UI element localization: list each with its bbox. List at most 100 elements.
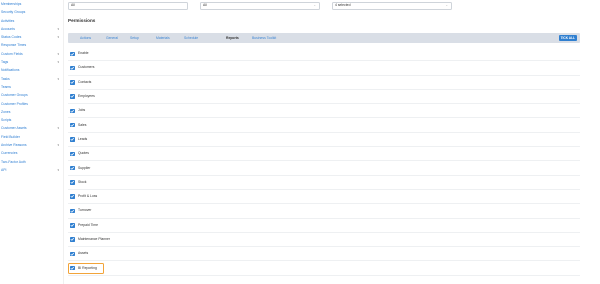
sidebar-item[interactable]: Customer Groups	[0, 91, 63, 99]
permission-row: Supplier	[68, 161, 580, 176]
check-icon	[70, 166, 74, 170]
sidebar-item[interactable]: Memberships	[0, 0, 63, 8]
sidebar-item[interactable]: API ▾	[0, 166, 63, 174]
sidebar: Memberships Security Groups Activities Acco…	[0, 0, 64, 284]
sidebar-item[interactable]: Field Builder	[0, 133, 63, 141]
chevron-down-icon: ▾	[57, 60, 59, 65]
check-icon	[70, 238, 74, 242]
sidebar-item[interactable]: Notifications	[0, 66, 63, 74]
permission-checkbox[interactable]	[70, 51, 75, 56]
tab-general[interactable]: General	[106, 33, 118, 43]
sidebar-item[interactable]: Scripts	[0, 116, 63, 124]
sidebar-item[interactable]: Custom Fields ▾	[0, 50, 63, 58]
permission-checkbox[interactable]	[70, 65, 75, 71]
tab-schedule[interactable]: Schedule	[184, 33, 198, 43]
sidebar-item-label: API	[1, 167, 7, 172]
permission-label: Profit & Loss	[78, 194, 98, 199]
sidebar-item[interactable]: Zones	[0, 108, 63, 116]
permission-row: Employees	[68, 90, 580, 105]
permission-checkbox[interactable]	[70, 151, 75, 157]
sidebar-item-label: Tags	[1, 60, 9, 65]
sidebar-item[interactable]: Customer Profiles	[0, 100, 63, 108]
permission-row: Profit & Loss	[68, 190, 580, 205]
sidebar-item[interactable]: Security Groups	[0, 8, 63, 16]
sidebar-item[interactable]: Accounts ▾	[0, 25, 63, 33]
permission-checkbox[interactable]	[70, 265, 75, 271]
permission-checkbox[interactable]	[70, 237, 75, 242]
check-icon	[70, 252, 74, 256]
permission-checkbox[interactable]	[70, 122, 75, 128]
check-icon	[70, 123, 74, 127]
permission-row: Maintenance Planner	[68, 233, 580, 248]
check-icon	[70, 66, 74, 70]
check-icon	[70, 181, 74, 184]
sidebar-item[interactable]: Tasks ▾	[0, 75, 63, 83]
permission-label: Jobs	[78, 108, 86, 113]
permission-label: Supplier	[78, 165, 91, 170]
sidebar-item-label: Teams	[1, 84, 11, 89]
tab-setup[interactable]: Setup	[130, 33, 139, 43]
permission-label: Contacts	[78, 79, 92, 84]
tab-business-toolkit[interactable]: Business Toolkit	[252, 33, 276, 43]
tick-all-button[interactable]: TICK ALL	[558, 35, 577, 41]
tab-materials[interactable]: Materials	[156, 33, 170, 43]
sidebar-item[interactable]: Activities	[0, 17, 63, 25]
sidebar-item-label: Activities	[1, 18, 15, 23]
check-icon	[70, 266, 74, 270]
permission-row: Stock	[68, 176, 580, 190]
chevron-down-icon: ▾	[57, 126, 59, 131]
permission-checkbox[interactable]	[70, 80, 75, 85]
permission-label: BI Reporting	[78, 265, 97, 270]
permission-label: Enable	[78, 51, 89, 56]
check-icon	[70, 223, 74, 227]
tab-actions[interactable]: Actions	[80, 33, 91, 43]
permission-label: Assets	[78, 251, 89, 256]
permission-checkbox[interactable]	[70, 137, 75, 142]
filter-select-1[interactable]: All	[68, 2, 188, 10]
chevron-down-icon: ▾	[57, 143, 59, 148]
permission-row: Leads	[68, 133, 580, 148]
sidebar-item[interactable]: Currencies	[0, 149, 63, 157]
permissions-list: Enable Customers Contacts Employees Jobs Sale…	[68, 47, 580, 276]
permission-row: Jobs	[68, 104, 580, 119]
permission-checkbox[interactable]	[70, 208, 75, 214]
permission-checkbox[interactable]	[70, 194, 75, 199]
permission-checkbox[interactable]	[70, 108, 75, 114]
permission-row: Customers	[68, 61, 580, 76]
permission-checkbox[interactable]	[70, 165, 75, 171]
sidebar-item-label: Tasks	[1, 76, 10, 81]
check-icon	[70, 152, 74, 156]
sidebar-item[interactable]: Teams	[0, 83, 63, 91]
sidebar-item[interactable]: Tags ▾	[0, 58, 63, 66]
check-icon	[70, 80, 74, 84]
tab-bar: TICK ALL Actions General Setup Materials Sch…	[68, 33, 580, 43]
sidebar-item-label: Memberships	[1, 2, 22, 6]
sidebar-item-label: Scripts	[1, 118, 12, 123]
sidebar-item[interactable]: Two-Factor Auth	[0, 158, 63, 166]
sidebar-item-label: Response Times	[1, 43, 27, 48]
sidebar-item[interactable]: Customer Assets ▾	[0, 124, 63, 132]
permission-checkbox[interactable]	[70, 180, 75, 185]
chevron-down-icon: ⌄	[445, 3, 448, 7]
permission-label: Maintenance Planner	[78, 237, 111, 242]
permission-checkbox[interactable]	[70, 94, 75, 99]
filter-select-2[interactable]: All ⌄	[200, 2, 320, 10]
sidebar-item[interactable]: Status Codes ▾	[0, 33, 63, 41]
filter-select-3[interactable]: 4 selected ⌄	[332, 2, 452, 10]
permission-row: Turnover	[68, 204, 580, 219]
permission-label: Quotes	[78, 151, 89, 156]
sidebar-item[interactable]: Archive Reasons ▾	[0, 141, 63, 149]
tab-reports[interactable]: Reports	[226, 33, 239, 43]
permission-label: Stock	[78, 179, 87, 184]
check-icon	[70, 109, 74, 113]
permission-row: Enable	[68, 47, 580, 62]
sidebar-item[interactable]: Response Times	[0, 41, 63, 49]
permission-row: Prepaid Time	[68, 219, 580, 233]
sidebar-item-label: Notifications	[1, 68, 20, 73]
permission-checkbox[interactable]	[70, 251, 75, 257]
sidebar-item-label: Accounts	[1, 26, 15, 31]
permission-label: Leads	[78, 136, 88, 141]
permission-row: BI Reporting	[68, 261, 580, 276]
check-icon	[70, 195, 74, 199]
permission-checkbox[interactable]	[70, 223, 75, 228]
